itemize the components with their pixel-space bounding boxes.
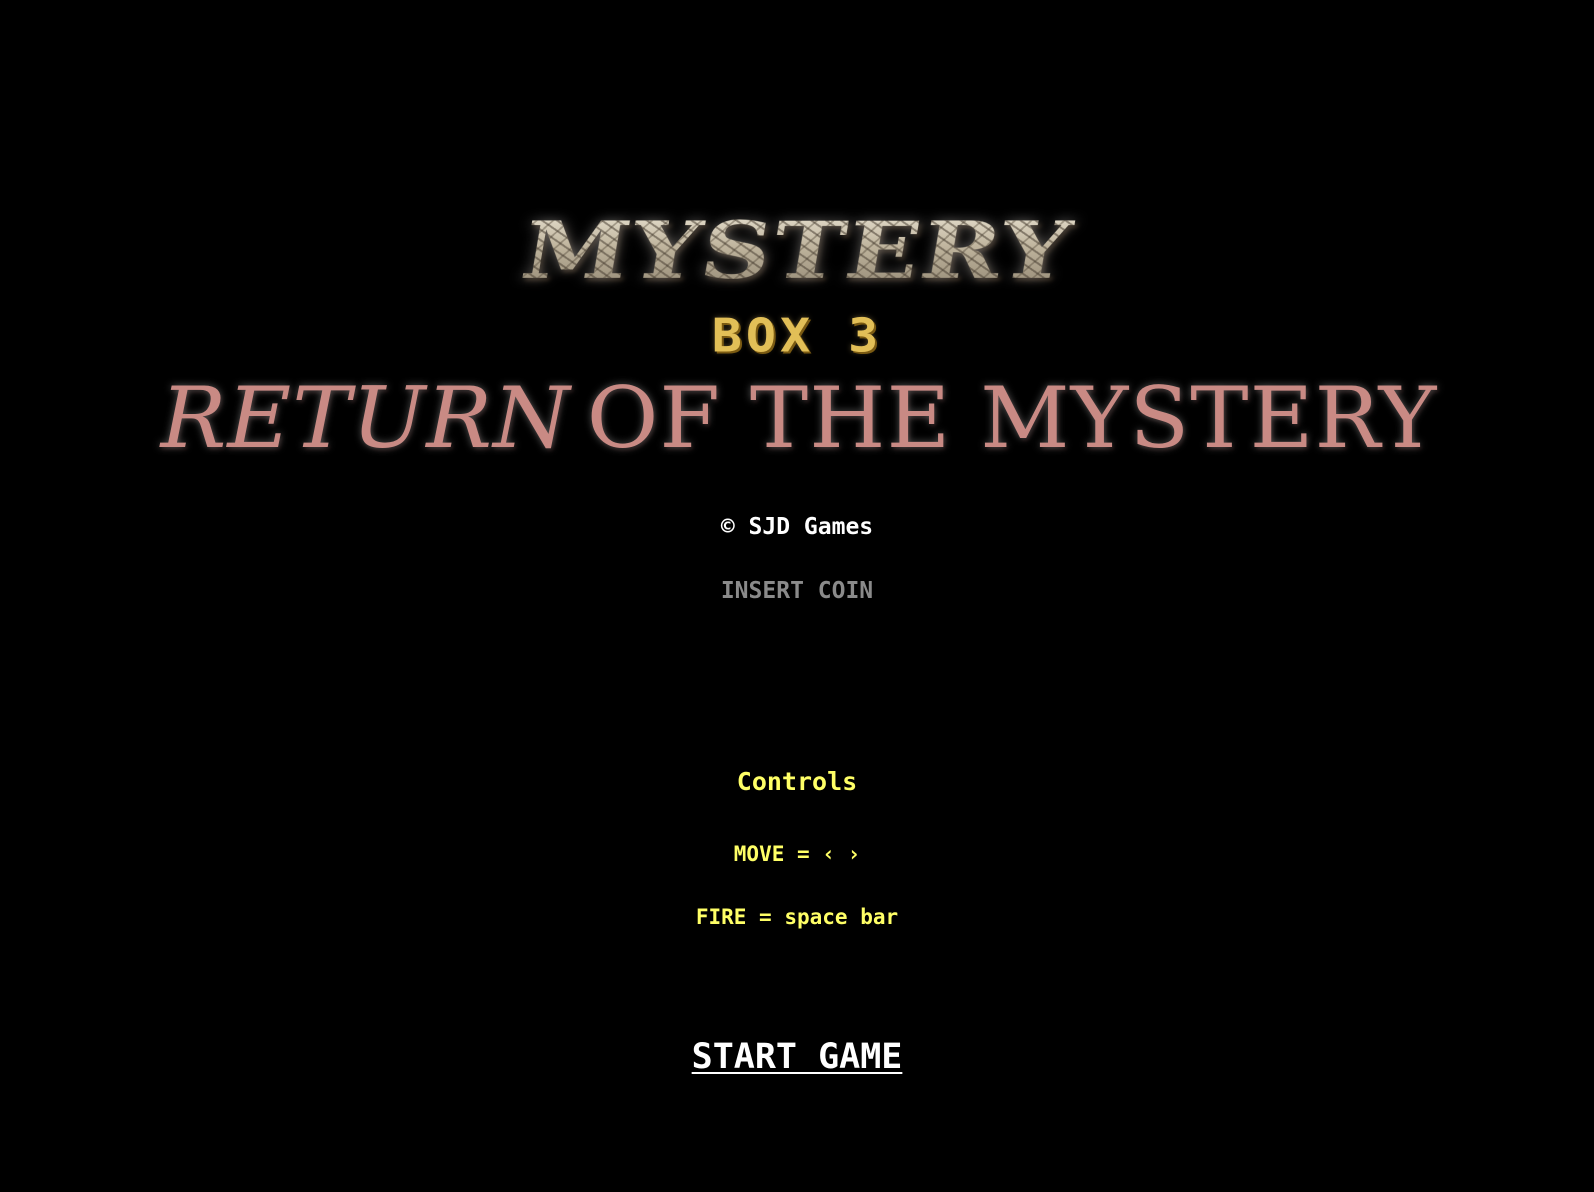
subtitle-rest: OF THE MYSTERY [586, 369, 1438, 467]
start-game-container: START GAME [0, 1036, 1594, 1080]
start-game-button[interactable]: START GAME [692, 1036, 903, 1078]
move-control-text: MOVE = ‹ › [733, 842, 861, 866]
game-title-screen: MYSTERY BOX 3 RETURN OF THE MYSTERY © SJ… [0, 0, 1594, 1192]
subtitle-return: RETURN [160, 369, 571, 467]
game-logo: MYSTERY [0, 196, 1594, 306]
subtitle-text: RETURN OF THE MYSTERY [161, 368, 1437, 468]
fire-control-text: FIRE = space bar [695, 905, 899, 929]
controls-heading: Controls [736, 767, 858, 796]
game-subtitle: RETURN OF THE MYSTERY [0, 368, 1594, 468]
logo-box-number: BOX 3 [0, 308, 1594, 364]
logo-mystery-text: MYSTERY [515, 204, 1080, 297]
logo-box-text: BOX 3 [711, 309, 883, 363]
insert-coin-text: INSERT COIN [720, 578, 874, 604]
copyright-notice: © SJD Games [720, 514, 874, 540]
